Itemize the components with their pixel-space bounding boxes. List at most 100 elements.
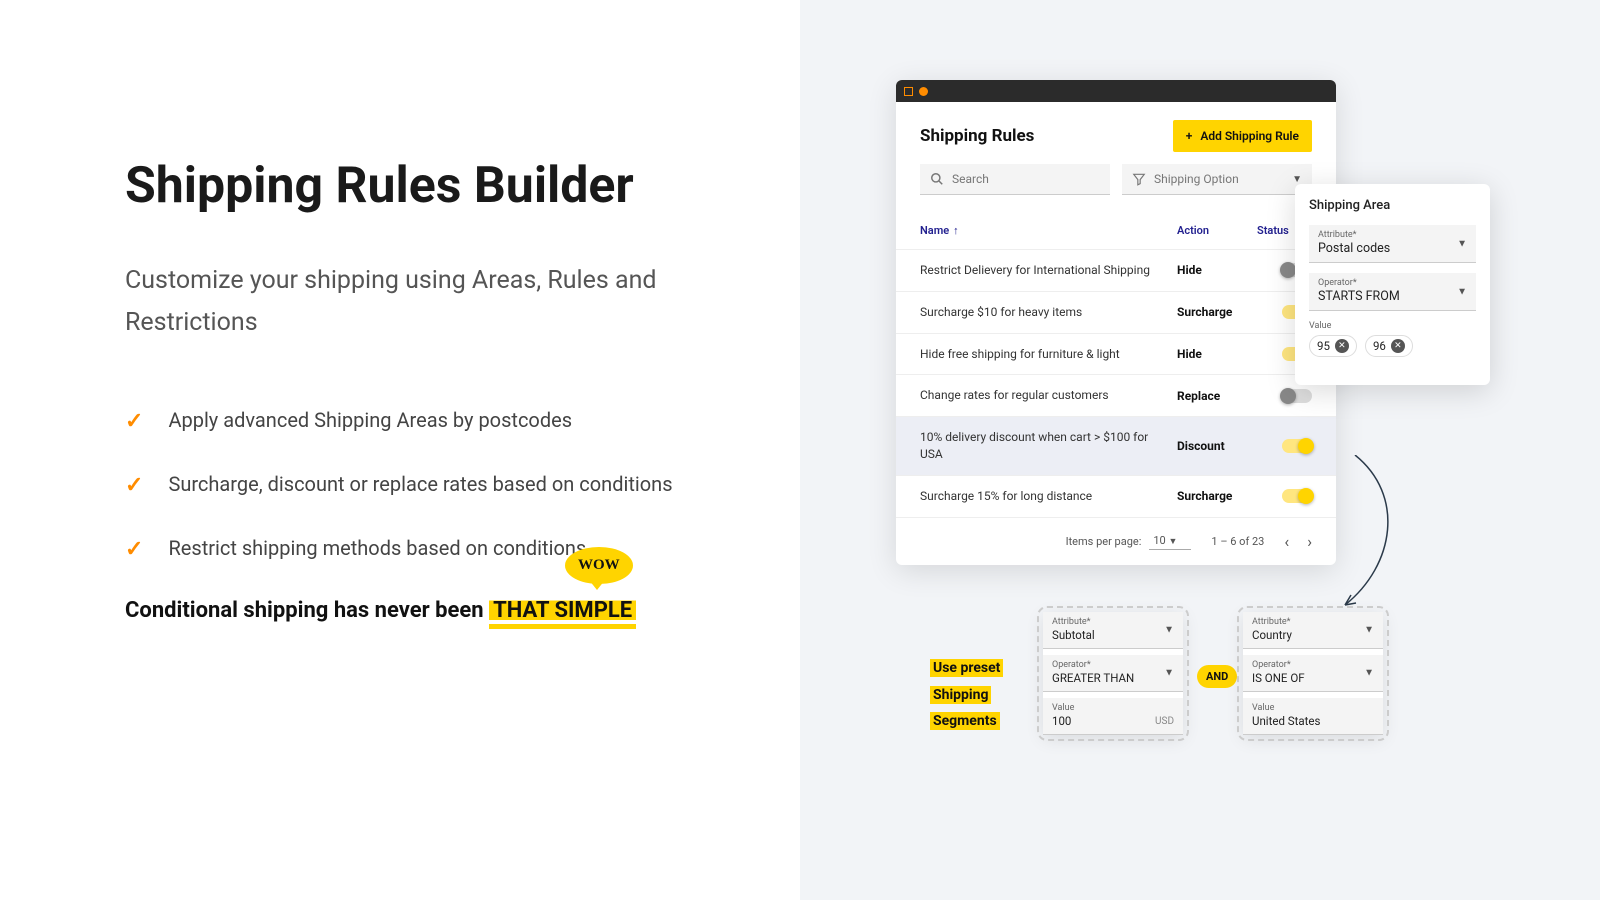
table-row[interactable]: Restrict Delievery for International Shi… xyxy=(896,249,1336,291)
field-label: Value xyxy=(1052,703,1174,713)
check-icon: ✓ xyxy=(125,405,143,439)
feature-text: Restrict shipping methods based on condi… xyxy=(168,533,586,564)
rule-action: Hide xyxy=(1177,347,1257,361)
value-input[interactable]: Value 100 USD xyxy=(1043,698,1183,735)
search-icon xyxy=(930,172,944,186)
field-value: Subtotal xyxy=(1052,628,1174,642)
table-row[interactable]: Change rates for regular customersReplac… xyxy=(896,374,1336,416)
attribute-select[interactable]: Attribute* Postal codes ▼ xyxy=(1309,225,1476,263)
status-toggle[interactable] xyxy=(1282,489,1312,503)
tagline-highlight: THAT SIMPLE xyxy=(489,598,636,629)
add-button-label: Add Shipping Rule xyxy=(1200,129,1299,143)
rule-name: Change rates for regular customers xyxy=(920,387,1177,404)
field-label: Operator* xyxy=(1052,660,1174,670)
attribute-select[interactable]: Attribute* Subtotal ▼ xyxy=(1043,612,1183,649)
operator-select[interactable]: Operator* IS ONE OF ▼ xyxy=(1243,655,1383,692)
feature-text: Surcharge, discount or replace rates bas… xyxy=(168,469,672,500)
status-toggle[interactable] xyxy=(1282,439,1312,453)
chevron-down-icon: ▼ xyxy=(1457,286,1467,297)
field-value: Country xyxy=(1252,628,1374,642)
attribute-select[interactable]: Attribute* Country ▼ xyxy=(1243,612,1383,649)
pagination: Items per page: 10 ▼ 1 – 6 of 23 ‹ › xyxy=(896,517,1336,565)
and-operator-pill: AND xyxy=(1197,665,1237,688)
shipping-option-filter[interactable]: Shipping Option ▼ xyxy=(1122,164,1312,195)
value-input[interactable]: Value United States xyxy=(1243,698,1383,735)
feature-item: ✓ Surcharge, discount or replace rates ba… xyxy=(125,469,740,503)
operator-select[interactable]: Operator* STARTS FROM ▼ xyxy=(1309,273,1476,311)
chevron-down-icon: ▼ xyxy=(1164,625,1174,636)
field-label: Attribute* xyxy=(1318,230,1467,240)
page-title: Shipping Rules Builder xyxy=(125,155,740,218)
value-field[interactable]: Value 95 ✕ 96 ✕ xyxy=(1309,321,1476,357)
status-toggle[interactable] xyxy=(1282,389,1312,403)
table-row[interactable]: Surcharge 15% for long distanceSurcharge xyxy=(896,475,1336,517)
app-window: Shipping Rules + Add Shipping Rule Searc… xyxy=(896,80,1336,565)
field-label: Operator* xyxy=(1318,278,1467,288)
field-label: Value xyxy=(1309,321,1476,331)
rule-name: Hide free shipping for furniture & light xyxy=(920,346,1177,363)
rule-name: 10% delivery discount when cart > $100 f… xyxy=(920,429,1177,463)
field-label: Value xyxy=(1252,703,1374,713)
remove-chip-icon[interactable]: ✕ xyxy=(1335,339,1349,353)
chip-text: 96 xyxy=(1373,339,1386,353)
rule-name: Restrict Delievery for International Shi… xyxy=(920,262,1177,279)
segment-card-country: Attribute* Country ▼ Operator* IS ONE OF… xyxy=(1243,612,1383,735)
tagline: Conditional shipping has never been THAT… xyxy=(125,597,740,623)
window-control-icon xyxy=(919,87,928,96)
rule-name: Surcharge 15% for long distance xyxy=(920,488,1177,505)
chevron-down-icon: ▼ xyxy=(1364,625,1374,636)
column-action[interactable]: Action xyxy=(1177,224,1257,237)
table-row[interactable]: Hide free shipping for furniture & light… xyxy=(896,333,1336,375)
operator-select[interactable]: Operator* GREATER THAN ▼ xyxy=(1043,655,1183,692)
chevron-down-icon: ▼ xyxy=(1292,174,1302,185)
table-row[interactable]: 10% delivery discount when cart > $100 f… xyxy=(896,416,1336,475)
remove-chip-icon[interactable]: ✕ xyxy=(1391,339,1405,353)
field-value: United States xyxy=(1252,714,1374,728)
value-chip[interactable]: 95 ✕ xyxy=(1309,335,1357,357)
field-label: Attribute* xyxy=(1052,617,1174,627)
rule-action: Surcharge xyxy=(1177,305,1257,319)
rule-action: Surcharge xyxy=(1177,489,1257,503)
window-control-icon xyxy=(904,87,913,96)
plus-icon: + xyxy=(1186,129,1193,143)
table-row[interactable]: Surcharge $10 for heavy itemsSurcharge xyxy=(896,291,1336,333)
field-label: Attribute* xyxy=(1252,617,1374,627)
wow-bubble: WOW xyxy=(565,547,633,584)
segment-card-subtotal: Attribute* Subtotal ▼ Operator* GREATER … xyxy=(1043,612,1183,735)
filter-icon xyxy=(1132,172,1146,186)
feature-text: Apply advanced Shipping Areas by postcod… xyxy=(168,405,572,436)
search-placeholder: Search xyxy=(952,172,989,186)
check-icon: ✓ xyxy=(125,469,143,503)
feature-item: ✓ Apply advanced Shipping Areas by postco… xyxy=(125,405,740,439)
column-name[interactable]: Name↑ xyxy=(920,224,1177,237)
field-value: IS ONE OF xyxy=(1252,671,1374,685)
field-value: STARTS FROM xyxy=(1318,289,1467,304)
check-icon: ✓ xyxy=(125,533,143,567)
field-value: GREATER THAN xyxy=(1052,671,1174,685)
search-input[interactable]: Search xyxy=(920,164,1110,195)
app-title: Shipping Rules xyxy=(920,126,1034,146)
field-label: Operator* xyxy=(1252,660,1374,670)
shipping-area-card: Shipping Area Attribute* Postal codes ▼ … xyxy=(1295,184,1490,385)
window-titlebar xyxy=(896,80,1336,102)
chip-text: 95 xyxy=(1317,339,1330,353)
sort-asc-icon: ↑ xyxy=(953,224,959,237)
field-value: Postal codes xyxy=(1318,241,1467,256)
feature-item: ✓ Restrict shipping methods based on cond… xyxy=(125,533,740,567)
items-per-page-select[interactable]: 10 ▼ xyxy=(1149,532,1191,550)
rule-name: Surcharge $10 for heavy items xyxy=(920,304,1177,321)
next-page-button[interactable]: › xyxy=(1307,532,1312,551)
value-chip[interactable]: 96 ✕ xyxy=(1365,335,1413,357)
rule-action: Hide xyxy=(1177,263,1257,277)
chevron-down-icon: ▼ xyxy=(1364,668,1374,679)
unit-label: USD xyxy=(1155,716,1174,727)
rule-action: Replace xyxy=(1177,389,1257,403)
chevron-down-icon: ▼ xyxy=(1168,537,1177,547)
tagline-pre: Conditional shipping has never been xyxy=(125,598,489,623)
shipping-area-title: Shipping Area xyxy=(1309,198,1476,213)
add-shipping-rule-button[interactable]: + Add Shipping Rule xyxy=(1173,120,1312,152)
chevron-down-icon: ▼ xyxy=(1457,238,1467,249)
rule-action: Discount xyxy=(1177,439,1257,453)
prev-page-button[interactable]: ‹ xyxy=(1284,532,1289,551)
page-range: 1 – 6 of 23 xyxy=(1211,535,1264,548)
